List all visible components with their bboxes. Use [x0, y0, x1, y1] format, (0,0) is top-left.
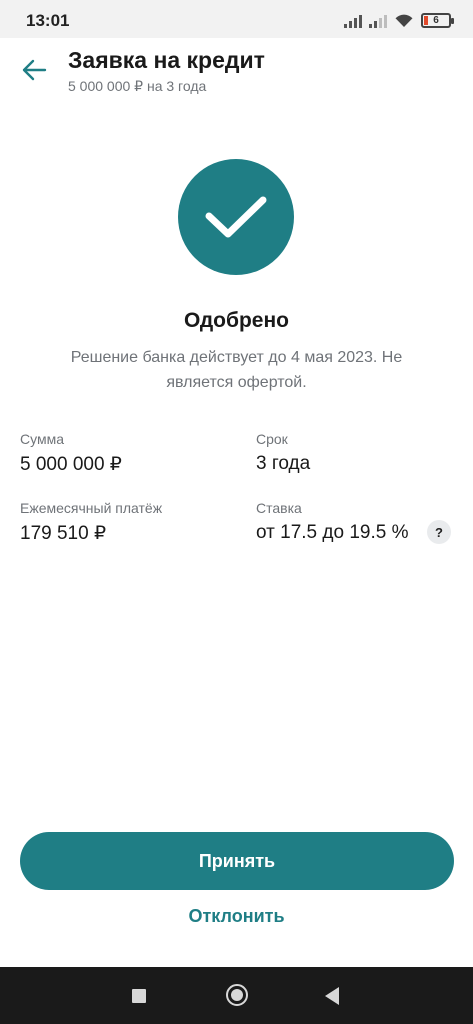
rate-label: Ставка [256, 500, 302, 516]
monthly-payment-value: 179 510 ₽ [20, 523, 107, 544]
battery-level: 6 [433, 15, 439, 26]
loan-application-screen: 13:01 6 Заявка на кредит 5 000 000 ₽ на … [0, 0, 473, 1024]
checkmark-icon [205, 196, 267, 238]
wifi-icon [395, 14, 413, 27]
amount-info: Сумма 5 000 000 ₽ [20, 431, 122, 476]
recent-apps-icon[interactable] [132, 989, 146, 1003]
status-bar: 13:01 6 [0, 0, 473, 38]
approved-status-circle [178, 159, 294, 275]
monthly-payment-label: Ежемесячный платёж [20, 500, 163, 516]
status-heading: Одобрено [184, 309, 289, 332]
rate-value: от 17.5 до 19.5 % [256, 522, 409, 543]
arrow-left-icon [22, 59, 47, 81]
navigation-bar [0, 967, 473, 1024]
term-label: Срок [256, 431, 288, 447]
signal-weak-icon [369, 14, 387, 28]
page-subtitle: 5 000 000 ₽ на 3 года [68, 78, 207, 94]
term-info: Срок 3 года [256, 431, 310, 475]
status-time: 13:01 [26, 11, 70, 30]
rate-info: Ставка от 17.5 до 19.5 % [256, 500, 408, 544]
amount-value: 5 000 000 ₽ [20, 454, 122, 475]
decline-button[interactable]: Отклонить [0, 906, 473, 927]
back-triangle-icon[interactable] [325, 987, 339, 1005]
status-description: Решение банка действует до 4 мая 2023. Н… [70, 349, 403, 391]
rate-help-button[interactable]: ? [427, 520, 451, 544]
page-title: Заявка на кредит [68, 47, 265, 73]
battery-icon: 6 [421, 13, 454, 28]
signal-icon [344, 14, 362, 28]
amount-label: Сумма [20, 431, 64, 447]
term-value: 3 года [256, 453, 311, 474]
status-icons: 6 [344, 12, 454, 28]
home-icon[interactable] [226, 984, 248, 1006]
accept-button[interactable]: Принять [20, 832, 454, 890]
monthly-payment-info: Ежемесячный платёж 179 510 ₽ [20, 500, 162, 545]
back-button[interactable] [14, 52, 54, 88]
